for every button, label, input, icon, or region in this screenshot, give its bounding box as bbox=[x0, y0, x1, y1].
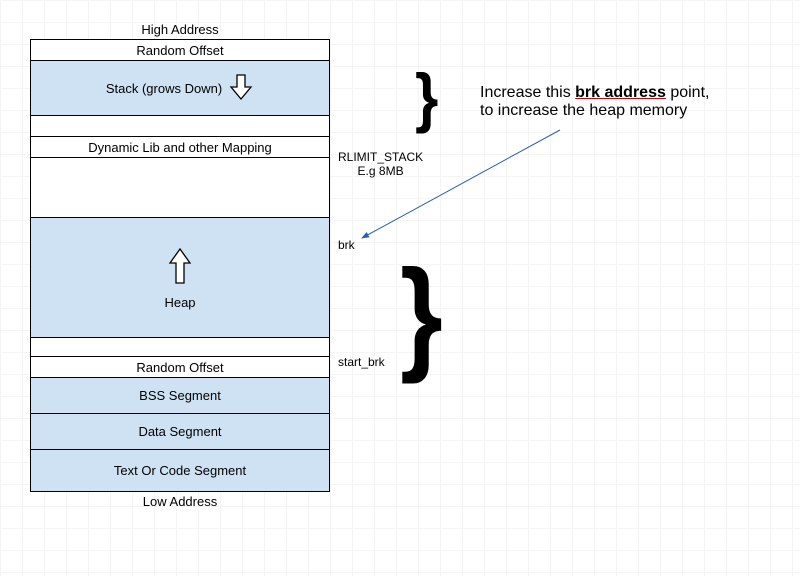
segment-data: Data Segment bbox=[30, 414, 330, 450]
start-brk-label: start_brk bbox=[338, 355, 385, 369]
segment-text: Text Or Code Segment bbox=[30, 450, 330, 492]
segment-bss: BSS Segment bbox=[30, 378, 330, 414]
high-address-label: High Address bbox=[30, 20, 330, 39]
rlimit-stack-label: RLIMIT_STACK E.g 8MB bbox=[338, 150, 423, 178]
segment-label: Random Offset bbox=[136, 43, 223, 58]
segment-label: Stack (grows Down) bbox=[106, 81, 222, 96]
gap-dynlib-heap bbox=[30, 158, 330, 218]
brace-stack-icon: } bbox=[415, 65, 438, 131]
annotation-post: point, bbox=[666, 84, 710, 101]
segment-random-offset-top: Random Offset bbox=[30, 39, 330, 61]
segment-label: Random Offset bbox=[136, 360, 223, 375]
gap-stack-dynlib bbox=[30, 116, 330, 136]
segment-label: Text Or Code Segment bbox=[114, 463, 246, 478]
rlimit-line1: RLIMIT_STACK bbox=[338, 150, 423, 164]
segment-label: Heap bbox=[164, 295, 195, 310]
annotation-line2: to increase the heap memory bbox=[480, 102, 780, 120]
segment-label: Data Segment bbox=[138, 424, 221, 439]
segment-heap: Heap bbox=[30, 218, 330, 338]
annotation-pre: Increase this bbox=[480, 84, 575, 101]
annotation-line1: Increase this brk address point, bbox=[480, 84, 780, 102]
gap-heap-random bbox=[30, 338, 330, 356]
annotation-bold: brk address bbox=[575, 84, 666, 101]
annotation-text: Increase this brk address point, to incr… bbox=[480, 84, 780, 120]
brk-label: brk bbox=[338, 238, 355, 252]
brace-heap-icon: } bbox=[400, 252, 443, 379]
segment-dynamic-lib: Dynamic Lib and other Mapping bbox=[30, 136, 330, 158]
segment-label: Dynamic Lib and other Mapping bbox=[88, 140, 272, 155]
memory-layout-diagram: High Address Random Offset Stack (grows … bbox=[30, 20, 330, 511]
arrow-down-icon bbox=[228, 73, 254, 103]
low-address-label: Low Address bbox=[30, 492, 330, 511]
arrow-up-icon bbox=[167, 245, 193, 287]
segment-random-offset-bottom: Random Offset bbox=[30, 356, 330, 378]
segment-stack: Stack (grows Down) bbox=[30, 61, 330, 116]
segment-label: BSS Segment bbox=[139, 388, 221, 403]
rlimit-line2: E.g 8MB bbox=[338, 164, 423, 178]
